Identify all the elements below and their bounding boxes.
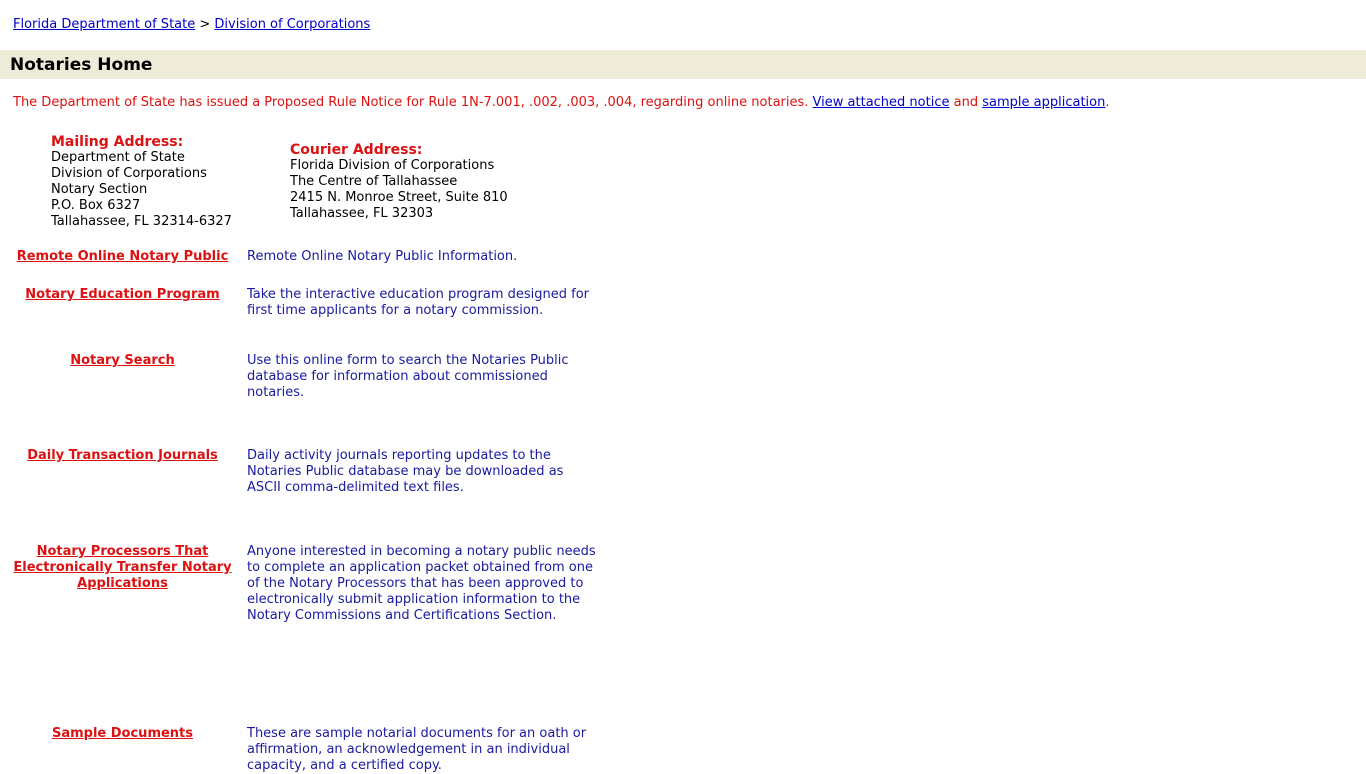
proposed-rule-notice: The Department of State has issued a Pro… bbox=[13, 95, 1109, 111]
notice-end: . bbox=[1105, 95, 1110, 110]
section-link-cell: Notary Search bbox=[10, 353, 235, 369]
mailing-address-line: Notary Section bbox=[51, 182, 148, 197]
page-title-bar: Notaries Home bbox=[0, 50, 1366, 79]
remote-online-notary-public-link[interactable]: Remote Online Notary Public bbox=[17, 249, 229, 264]
section-link-cell: Notary Processors That Electronically Tr… bbox=[10, 544, 235, 592]
notice-text: The Department of State has issued a Pro… bbox=[13, 95, 809, 110]
section-description: Take the interactive education program d… bbox=[247, 287, 589, 318]
notary-processors-link[interactable]: Notary Processors That Electronically Tr… bbox=[13, 544, 231, 591]
mailing-address-line: Department of State bbox=[51, 150, 185, 165]
notice-connector: and bbox=[953, 95, 979, 110]
mailing-address-heading: Mailing Address: bbox=[51, 134, 184, 150]
breadcrumb-florida-department-of-state-link[interactable]: Florida Department of State bbox=[13, 17, 195, 32]
breadcrumb-separator: > bbox=[199, 17, 211, 32]
section-description: Remote Online Notary Public Information. bbox=[247, 249, 518, 264]
courier-address-line: The Centre of Tallahassee bbox=[290, 174, 458, 189]
section-link-cell: Notary Education Program bbox=[10, 287, 235, 303]
sample-documents-link[interactable]: Sample Documents bbox=[52, 726, 193, 741]
section-link-cell: Sample Documents bbox=[10, 726, 235, 742]
section-link-cell: Daily Transaction Journals bbox=[10, 448, 235, 464]
sample-application-link[interactable]: sample application bbox=[982, 95, 1105, 110]
breadcrumb: Florida Department of State > Division o… bbox=[13, 17, 370, 33]
notary-education-program-link[interactable]: Notary Education Program bbox=[25, 287, 219, 302]
mailing-address-line: Division of Corporations bbox=[51, 166, 207, 181]
mailing-address-line: P.O. Box 6327 bbox=[51, 198, 141, 213]
courier-address: Courier Address: Florida Division of Cor… bbox=[290, 142, 508, 222]
section-link-cell: Remote Online Notary Public bbox=[10, 249, 235, 265]
page-title: Notaries Home bbox=[10, 55, 153, 75]
notary-search-link[interactable]: Notary Search bbox=[70, 353, 175, 368]
breadcrumb-division-of-corporations-link[interactable]: Division of Corporations bbox=[214, 17, 370, 32]
courier-address-line: Tallahassee, FL 32303 bbox=[290, 206, 434, 221]
courier-address-line: Florida Division of Corporations bbox=[290, 158, 495, 173]
courier-address-heading: Courier Address: bbox=[290, 142, 423, 158]
courier-address-line: 2415 N. Monroe Street, Suite 810 bbox=[290, 190, 508, 205]
mailing-address-line: Tallahassee, FL 32314-6327 bbox=[51, 214, 232, 229]
view-attached-notice-link[interactable]: View attached notice bbox=[813, 95, 950, 110]
daily-transaction-journals-link[interactable]: Daily Transaction Journals bbox=[27, 448, 218, 463]
section-description: Anyone interested in becoming a notary p… bbox=[247, 544, 596, 623]
mailing-address: Mailing Address: Department of State Div… bbox=[51, 134, 232, 230]
section-description: Use this online form to search the Notar… bbox=[247, 353, 569, 400]
section-description: These are sample notarial documents for … bbox=[247, 726, 587, 773]
section-description: Daily activity journals reporting update… bbox=[247, 448, 564, 495]
